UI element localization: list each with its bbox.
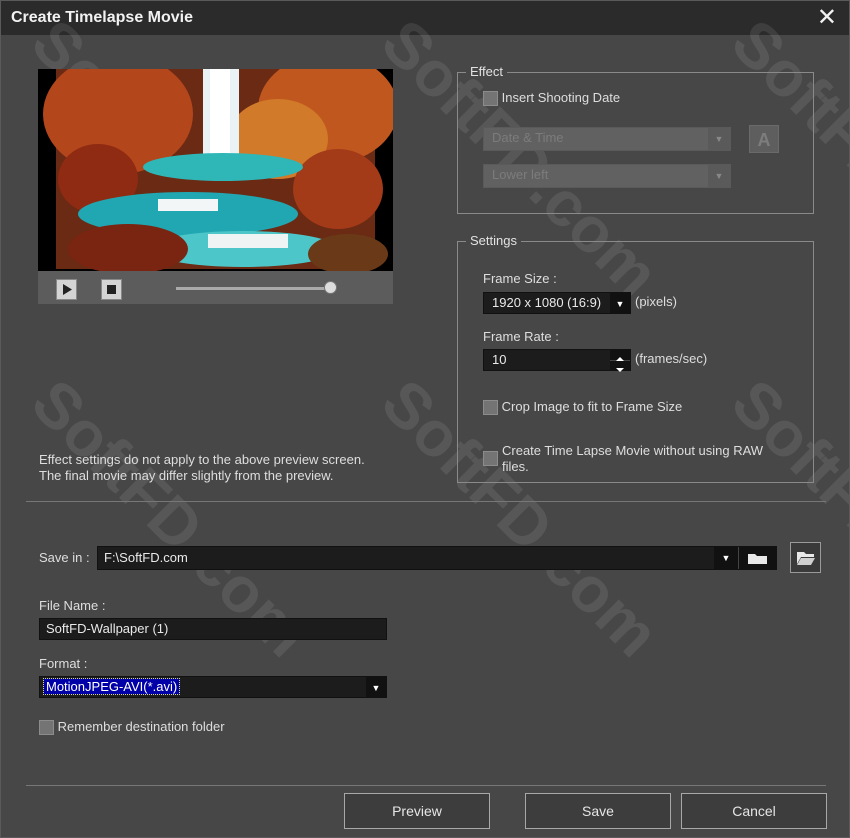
effect-legend: Effect — [466, 64, 508, 79]
preview-note-line-1: Effect settings do not apply to the abov… — [39, 452, 365, 467]
frame-size-select[interactable]: 1920 x 1080 (16:9) ▼ — [483, 292, 631, 314]
stop-button[interactable] — [101, 279, 122, 300]
insert-date-checkbox[interactable] — [483, 91, 498, 107]
stop-icon — [107, 285, 116, 294]
chevron-down-icon[interactable]: ▼ — [714, 547, 738, 569]
slider-handle[interactable] — [324, 281, 337, 294]
crop-image-label: Crop Image to fit to Frame Size — [501, 399, 683, 414]
preview-seek-slider[interactable] — [176, 287, 332, 290]
divider — [26, 501, 826, 502]
frame-size-unit: (pixels) — [635, 294, 677, 309]
no-raw-checkbox[interactable] — [483, 451, 498, 466]
increment-button[interactable] — [610, 350, 630, 361]
file-name-input[interactable]: SoftFD-Wallpaper (1) — [39, 618, 387, 640]
no-raw-label-line-1: Create Time Lapse Movie without using RA… — [502, 443, 764, 458]
decrement-button[interactable] — [610, 361, 630, 372]
frame-size-label: Frame Size : — [483, 271, 557, 286]
preview-controls — [38, 271, 393, 304]
close-icon[interactable]: ✕ — [817, 4, 837, 32]
settings-legend: Settings — [466, 233, 521, 248]
crop-image-option[interactable]: Crop Image to fit to Frame Size — [483, 399, 683, 416]
dialog-title: Create Timelapse Movie — [11, 9, 194, 26]
folder-icon — [748, 554, 767, 564]
font-settings-button[interactable]: A — [749, 125, 779, 153]
preview-note-line-2: The final movie may differ slightly from… — [39, 468, 334, 483]
chevron-down-icon: ▼ — [366, 677, 386, 697]
save-in-label: Save in : — [39, 550, 90, 565]
cancel-button[interactable]: Cancel — [681, 793, 827, 829]
frame-rate-value: 10 — [492, 352, 507, 367]
crop-image-checkbox[interactable] — [483, 400, 498, 416]
divider — [26, 785, 826, 786]
open-folder-icon — [797, 552, 815, 565]
date-format-select[interactable]: Date & Time ▼ — [483, 127, 731, 151]
font-icon: A — [757, 130, 771, 150]
insert-date-label: Insert Shooting Date — [501, 90, 621, 105]
save-in-path-value: F:\SoftFD.com — [104, 550, 188, 565]
date-position-value: Lower left — [492, 167, 549, 182]
preview-screen — [38, 54, 398, 304]
browse-folder-button[interactable] — [738, 547, 776, 569]
format-label: Format : — [39, 656, 88, 671]
frame-rate-unit: (frames/sec) — [635, 351, 708, 366]
chevron-down-icon — [616, 368, 624, 372]
save-in-path-field[interactable]: F:\SoftFD.com ▼ — [97, 546, 777, 570]
waterfall-image — [38, 54, 398, 274]
title-bar: Create Timelapse Movie ✕ — [1, 1, 849, 35]
frame-rate-label: Frame Rate : — [483, 329, 559, 344]
preview-button[interactable]: Preview — [344, 793, 490, 829]
file-name-value: SoftFD-Wallpaper (1) — [46, 621, 169, 636]
date-position-select[interactable]: Lower left ▼ — [483, 164, 731, 188]
file-name-label: File Name : — [39, 598, 106, 613]
format-value: MotionJPEG-AVI(*.avi) — [42, 678, 181, 695]
remember-folder-option[interactable]: Remember destination folder — [39, 719, 225, 736]
chevron-down-icon: ▼ — [708, 128, 730, 150]
chevron-down-icon: ▼ — [610, 293, 630, 313]
insert-shooting-date-option[interactable]: Insert Shooting Date — [483, 90, 621, 107]
frame-size-value: 1920 x 1080 (16:9) — [492, 295, 602, 310]
chevron-down-icon: ▼ — [708, 165, 730, 187]
date-format-value: Date & Time — [492, 130, 564, 145]
play-button[interactable] — [56, 279, 77, 300]
play-icon — [63, 284, 72, 295]
save-button[interactable]: Save — [525, 793, 671, 829]
format-select[interactable]: MotionJPEG-AVI(*.avi) ▼ — [39, 676, 387, 698]
remember-folder-label: Remember destination folder — [57, 719, 225, 734]
frame-rate-stepper[interactable]: 10 — [483, 349, 631, 372]
create-timelapse-dialog: Create Timelapse Movie ✕ SoftFD.com Soft… — [0, 0, 850, 838]
remember-folder-checkbox[interactable] — [39, 720, 54, 736]
no-raw-label-line-2: files. — [502, 459, 529, 474]
open-folder-button[interactable] — [790, 542, 821, 573]
